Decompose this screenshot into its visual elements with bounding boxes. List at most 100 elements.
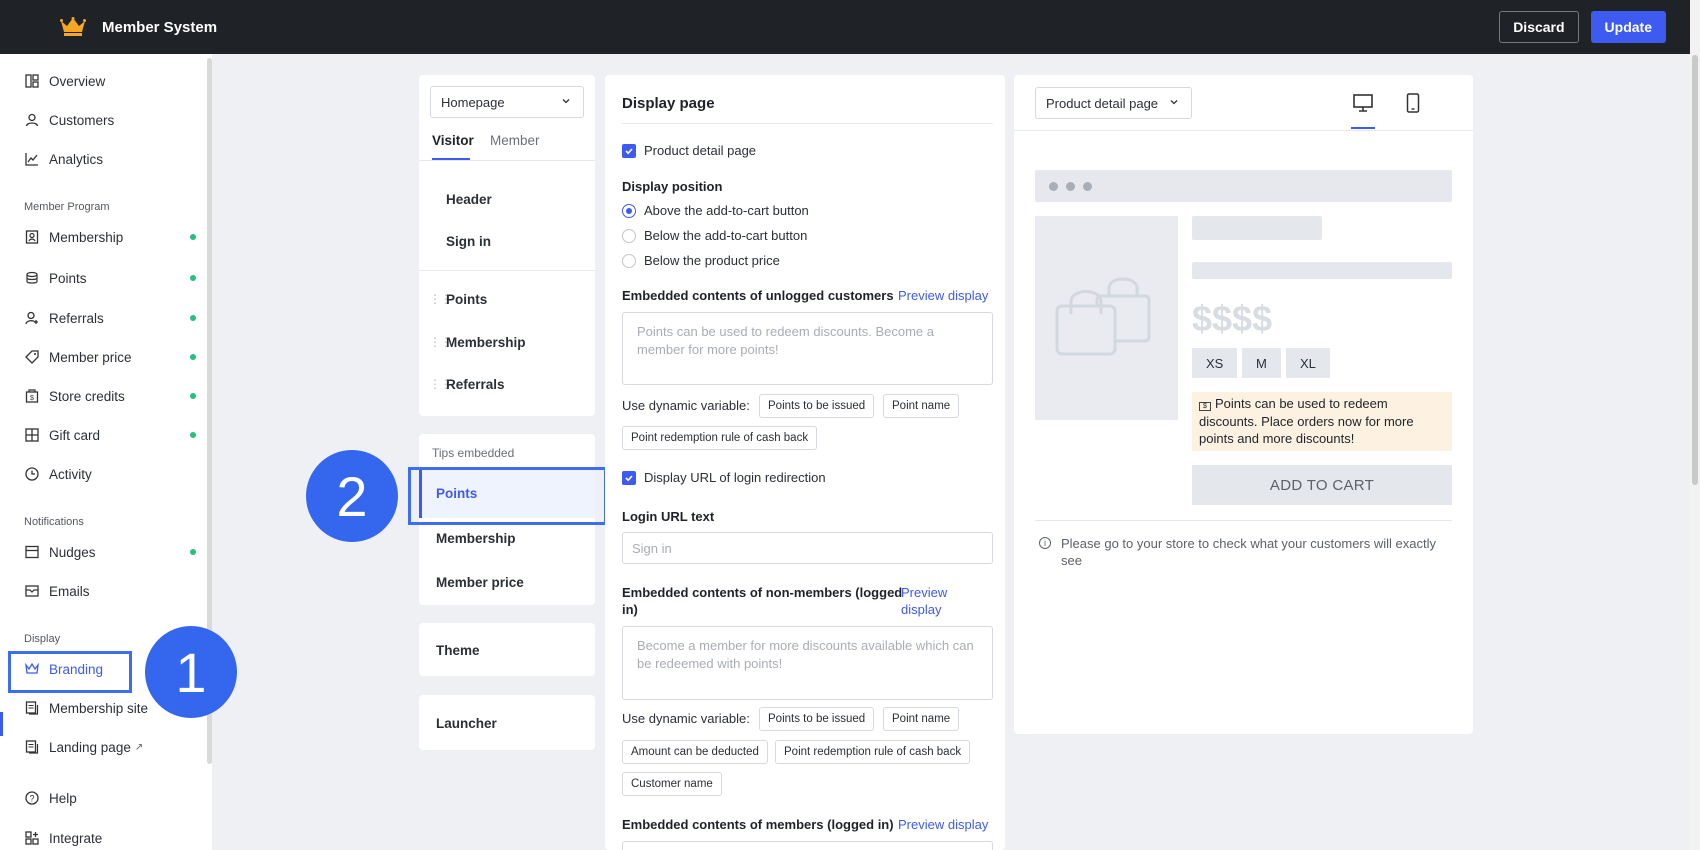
nav-points[interactable]: Points [446, 292, 487, 307]
display-settings-form: Display page Product detail page Display… [605, 75, 1005, 850]
nav-sign-in[interactable]: Sign in [446, 234, 491, 249]
sidebar-item-membership[interactable]: Membership [24, 225, 196, 249]
section-display: Display [24, 633, 61, 645]
var-points-issued[interactable]: Points to be issued [759, 707, 875, 731]
size-option: XL [1286, 348, 1330, 378]
mobile-icon[interactable] [1402, 92, 1424, 114]
sidebar-item-customers[interactable]: Customers [24, 108, 196, 132]
login-redirect-checkbox[interactable]: Display URL of login redirection [622, 470, 826, 485]
brand: Member System [60, 17, 217, 37]
login-redirect-label: Display URL of login redirection [644, 470, 826, 485]
divider [622, 123, 993, 124]
preview-notice: i Please go to your store to check what … [1039, 535, 1449, 569]
nav-referrals[interactable]: Referrals [446, 377, 505, 392]
radio-above[interactable]: Above the add-to-cart button [622, 203, 809, 218]
sidebar-item-store-credits[interactable]: $ Store credits [24, 384, 196, 408]
preview-display-link[interactable]: Preview display [898, 288, 988, 303]
sidebar-item-integrate[interactable]: Integrate [24, 826, 196, 850]
points-tip-preview: $ Points can be used to redeem discounts.… [1192, 392, 1452, 451]
sidebar-item-label: Activity [49, 466, 92, 482]
sidebar-item-analytics[interactable]: Analytics [24, 147, 196, 171]
sidebar-item-overview[interactable]: Overview [24, 69, 196, 93]
sidebar-item-landing-page[interactable]: Landing page ↗ [24, 735, 196, 759]
page-select[interactable]: Homepage [430, 86, 584, 118]
page-scrollbar-thumb[interactable] [1692, 55, 1698, 485]
members-content-textarea[interactable] [622, 841, 993, 850]
theme-card[interactable]: Theme [419, 623, 595, 676]
nav-theme[interactable]: Theme [436, 643, 480, 658]
nav-tip-member-price[interactable]: Member price [436, 575, 524, 590]
tab-visitor[interactable]: Visitor [432, 133, 474, 148]
members-label: Embedded contents of members (logged in) [622, 817, 894, 832]
preview-display-link-line1[interactable]: Preview [901, 585, 947, 600]
price-placeholder: $$$$ [1192, 298, 1273, 339]
page-scrollbar[interactable] [1690, 0, 1700, 850]
step-badge-1: 1 [145, 626, 237, 718]
overview-icon [24, 73, 40, 89]
radio-below-label: Below the add-to-cart button [644, 228, 808, 243]
sidebar-item-label: Help [49, 790, 77, 806]
radio-selected-icon [622, 203, 636, 218]
radio-price[interactable]: Below the product price [622, 253, 780, 268]
var-redemption-rule[interactable]: Point redemption rule of cash back [775, 740, 971, 764]
product-detail-label: Product detail page [644, 143, 757, 158]
price-tag-icon [24, 349, 40, 365]
nav-tip-membership[interactable]: Membership [436, 531, 516, 546]
var-redemption-rule[interactable]: Point redemption rule of cash back [622, 426, 818, 450]
launcher-card[interactable]: Launcher [419, 695, 595, 750]
var-amount-deducted[interactable]: Amount can be deducted [622, 740, 768, 764]
unlogged-content-textarea[interactable]: Points can be used to redeem discounts. … [622, 312, 993, 385]
app-title: Member System [102, 18, 218, 36]
sidebar-item-member-price[interactable]: Member price [24, 345, 196, 369]
preview-display-link[interactable]: Preview display [898, 817, 988, 832]
chevron-down-icon [1170, 100, 1178, 105]
user-icon [24, 112, 40, 128]
tab-member[interactable]: Member [490, 133, 540, 148]
radio-below[interactable]: Below the add-to-cart button [622, 228, 807, 243]
sidebar-item-activity[interactable]: Activity [24, 462, 196, 486]
nav-header[interactable]: Header [446, 192, 492, 207]
membership-card-icon [24, 229, 40, 245]
sidebar-item-referrals[interactable]: Referrals [24, 306, 196, 330]
non-members-content-textarea[interactable]: Become a member for more discounts avail… [622, 626, 993, 700]
preview-notice-text: Please go to your store to check what yo… [1061, 536, 1436, 568]
desktop-icon[interactable] [1352, 92, 1374, 114]
chart-line-icon [24, 151, 40, 167]
login-url-input[interactable]: Sign in [622, 532, 993, 564]
var-customer-name[interactable]: Customer name [622, 772, 722, 796]
discard-button[interactable]: Discard [1499, 11, 1579, 43]
preview-page-select[interactable]: Product detail page [1035, 87, 1192, 119]
update-button[interactable]: Update [1590, 11, 1666, 43]
sidebar-item-nudges[interactable]: Nudges [24, 540, 196, 564]
points-tip-text: Points can be used to redeem discounts. … [1199, 396, 1414, 446]
nav-membership[interactable]: Membership [446, 335, 526, 350]
unlogged-label: Embedded contents of unlogged customers [622, 288, 894, 303]
sidebar-item-gift-card[interactable]: Gift card [24, 423, 196, 447]
sidebar-item-label: Emails [49, 583, 90, 599]
sidebar-item-emails[interactable]: Emails [24, 579, 196, 603]
product-detail-checkbox[interactable]: Product detail page [622, 143, 756, 158]
preview-display-link-line2[interactable]: display [901, 602, 941, 617]
dynamic-variable-label: Use dynamic variable: [622, 711, 750, 726]
crown-logo-icon [60, 17, 86, 36]
sidebar-item-help[interactable]: ? Help [24, 786, 196, 810]
nav-launcher[interactable]: Launcher [436, 716, 497, 731]
status-dot [190, 315, 196, 321]
sidebar-item-label: Overview [49, 73, 106, 89]
var-points-issued[interactable]: Points to be issued [759, 394, 875, 418]
var-point-name[interactable]: Point name [883, 707, 960, 731]
divider [1014, 130, 1473, 131]
login-url-label: Login URL text [622, 509, 715, 524]
top-bar: Member System Discard Update [0, 0, 1690, 54]
preview-panel: Product detail page $$$$ XS M XL $ Points… [1014, 75, 1473, 734]
title-placeholder [1192, 216, 1322, 240]
product-image-placeholder [1035, 216, 1178, 420]
active-indicator [0, 712, 3, 736]
add-user-icon [24, 310, 40, 326]
sidebar-item-label: Points [49, 270, 87, 286]
var-point-name[interactable]: Point name [883, 394, 960, 418]
checkbox-checked-icon [622, 470, 636, 485]
sidebar-item-points[interactable]: Points [24, 266, 196, 290]
gift-card-icon [24, 427, 40, 443]
sidebar-item-label: Referrals [49, 310, 104, 326]
